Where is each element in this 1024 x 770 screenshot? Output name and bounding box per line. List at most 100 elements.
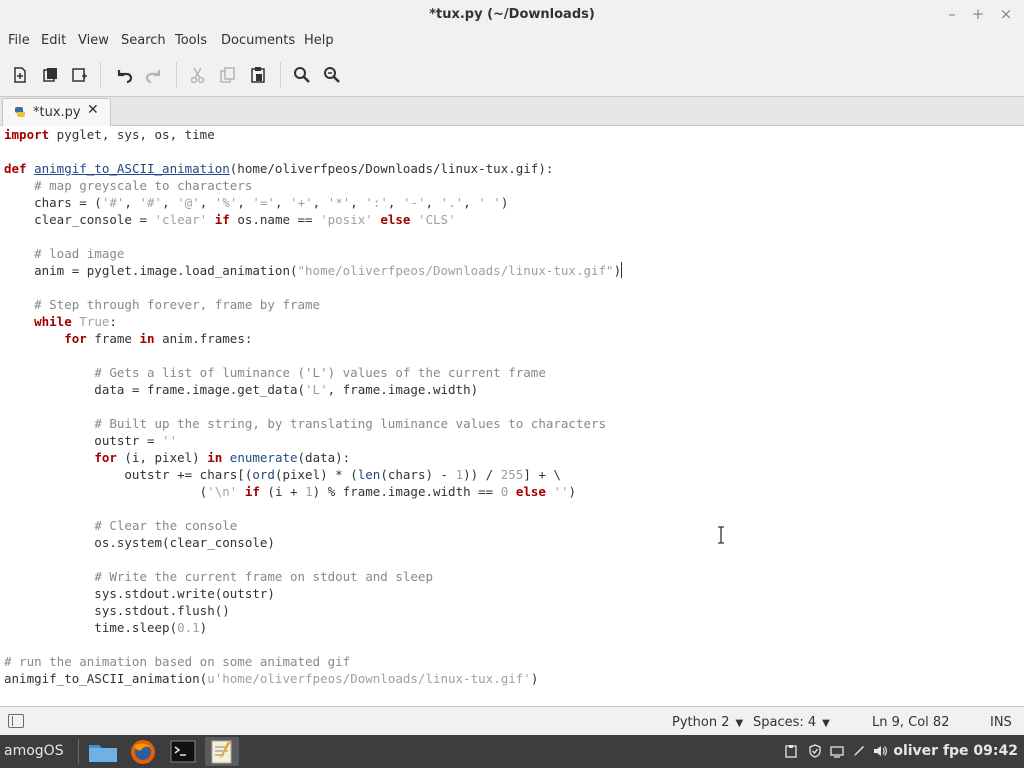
code-text: outstr += chars[( [4,467,253,482]
toolbar-separator [100,62,101,88]
taskbar: amogOS oliver fpe 09:42 [0,735,1024,768]
chevron-down-icon: ▼ [735,718,744,729]
language-selector[interactable]: Python 2 ▼ [672,715,743,730]
language-label: Python 2 [672,715,730,730]
toolbar-separator [280,62,281,88]
menu-view[interactable]: View [78,33,109,48]
string-token: ' ' [478,195,501,210]
code-text: , [350,195,366,210]
file-manager-icon[interactable] [86,737,120,766]
code-text: ] + \ [523,467,561,482]
code-text: , frame.image.width) [327,382,479,397]
comment-token: # Step through forever, frame by frame [34,297,321,312]
user-clock[interactable]: oliver fpe 09:42 [893,743,1018,759]
menu-tools[interactable]: Tools [175,33,207,48]
code-line: outstr = '' [4,432,177,449]
comment-token: # load image [34,246,125,261]
string-token: '%' [214,195,238,210]
firefox-icon[interactable] [126,737,160,766]
indent-selector[interactable]: Spaces: 4 ▼ [753,715,830,730]
code-line: clear_console = 'clear' if os.name == 'p… [4,211,456,228]
side-panel-toggle-icon[interactable] [8,714,24,728]
volume-icon[interactable] [873,744,887,758]
keyword-token: while [34,314,72,329]
code-line: for (i, pixel) in enumerate(data): [4,449,350,466]
find-icon[interactable] [292,65,312,85]
builtin-token: ord [252,467,275,482]
code-line: time.sleep(0.1) [4,619,207,636]
comment-token: # Built up the string, by translating lu… [94,416,607,431]
string-token: 'clear' [154,212,208,227]
string-token: '-' [402,195,426,210]
open-document-icon[interactable] [40,65,60,85]
tab-close-icon[interactable]: ✕ [87,102,99,118]
code-text: (pixel) * ( [274,467,358,482]
menu-documents[interactable]: Documents [221,33,295,48]
menu-search[interactable]: Search [121,33,166,48]
code-text: ) [613,263,622,278]
code-line: # Clear the console [4,517,237,534]
new-document-icon[interactable] [10,65,30,85]
save-document-icon[interactable] [70,65,90,85]
code-text: , [463,195,479,210]
code-text: os.system(clear_console) [4,535,275,550]
code-line: ('\n' if (i + 1) % frame.image.width == … [4,483,576,500]
code-text: sys.stdout.flush() [4,603,230,618]
code-line: sys.stdout.flush() [4,602,230,619]
menu-file[interactable]: File [8,33,30,48]
document-tab[interactable]: *tux.py ✕ [2,98,111,126]
code-line: # load image [4,245,124,262]
keyword-token: for [64,331,87,346]
shield-icon[interactable] [808,744,822,758]
keyword-token: in [139,331,155,346]
keyword-token: for [94,450,117,465]
code-line: outstr += chars[(ord(pixel) * (len(chars… [4,466,561,483]
statusbar: Python 2 ▼ Spaces: 4 ▼ Ln 9, Col 82 INS [0,706,1024,736]
code-text: )) / [463,467,501,482]
string-token: '#' [101,195,125,210]
redo-icon[interactable] [144,65,164,85]
code-text: , [237,195,253,210]
find-replace-icon[interactable] [322,65,342,85]
code-text: , [387,195,403,210]
paste-icon[interactable] [248,65,268,85]
pen-icon[interactable] [852,744,866,758]
maximize-button[interactable]: + [968,5,988,23]
string-token: '=' [252,195,275,210]
close-button[interactable]: × [996,5,1016,23]
clipboard-icon[interactable] [784,744,798,758]
comment-token: # Write the current frame on stdout and … [94,569,433,584]
menu-help[interactable]: Help [304,33,334,48]
builtin-token: enumerate [229,450,298,465]
string-token: '' [162,433,178,448]
terminal-icon[interactable] [166,737,200,766]
toolbar-separator [176,62,177,88]
string-token: '*' [327,195,351,210]
code-line: # Step through forever, frame by frame [4,296,320,313]
text-editor-icon[interactable] [205,737,239,766]
code-text: animgif_to_ASCII_animation( [4,671,208,686]
code-text: ) [500,195,509,210]
code-editor[interactable]: import pyglet, sys, os, time def animgif_… [0,126,1024,706]
function-name-token: animgif_to_ASCII_animation [34,161,230,176]
menu-edit[interactable]: Edit [41,33,66,48]
start-menu-button[interactable]: amogOS [4,743,64,759]
string-token: 'posix' [320,212,373,227]
copy-icon[interactable] [218,65,238,85]
code-text: frame [86,331,140,346]
code-text: : [109,314,117,329]
code-text: , [425,195,441,210]
minimize-button[interactable]: – [942,5,962,23]
chevron-down-icon: ▼ [822,718,830,729]
keyword-token: in [207,450,223,465]
cut-icon[interactable] [188,65,208,85]
display-icon[interactable] [830,744,844,758]
string-token: '.' [440,195,464,210]
undo-icon[interactable] [114,65,134,85]
